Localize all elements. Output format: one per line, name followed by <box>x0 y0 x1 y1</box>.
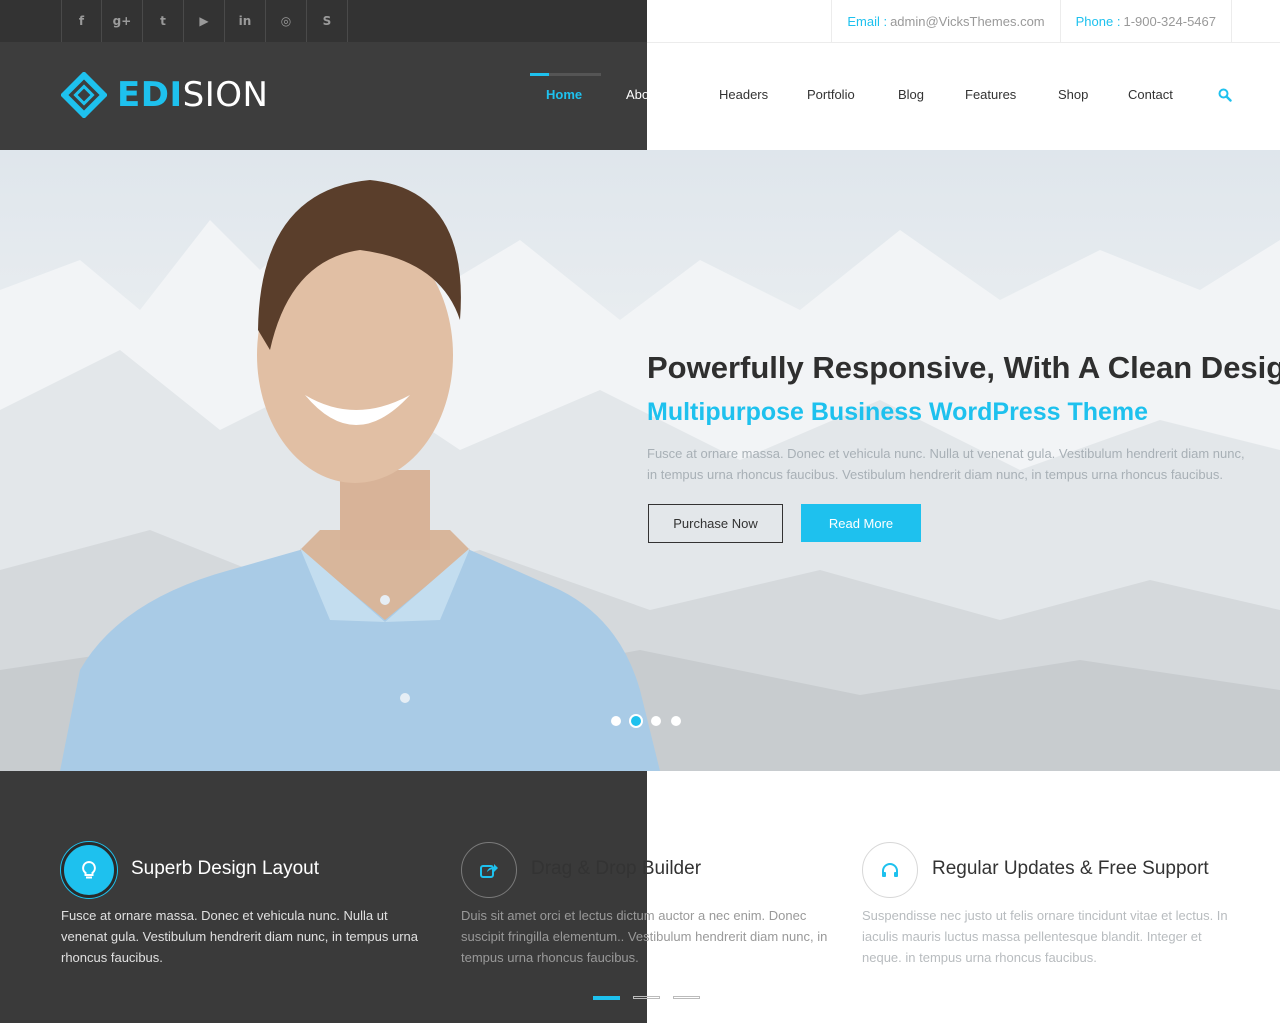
logo-text: EDISION <box>117 75 269 115</box>
nav-shop[interactable]: Shop <box>1058 87 1088 102</box>
slider-dot-4[interactable] <box>671 716 681 726</box>
logo-diamond-icon <box>59 70 109 120</box>
phone-value[interactable]: 1-900-324-5467 <box>1123 14 1216 29</box>
phone-label: Phone : <box>1075 13 1121 29</box>
contact-info: Email : admin@VicksThemes.com Phone : 1-… <box>831 0 1232 42</box>
social-links: f g+ t ▶ in ◎ S <box>61 0 348 42</box>
nav-portfolio[interactable]: Portfolio <box>807 87 855 102</box>
feature-text: Fusce at ornare massa. Donec et vehicula… <box>61 908 418 965</box>
youtube-icon[interactable]: ▶ <box>184 0 225 42</box>
google-plus-icon[interactable]: g+ <box>102 0 143 42</box>
slider-dot-3[interactable] <box>651 716 661 726</box>
feature-title: Regular Updates & Free Support <box>932 858 1209 879</box>
nav-about-us[interactable]: About us <box>626 87 677 102</box>
hero-slider: Powerfully Responsive, With A Clean Desi… <box>0 150 1280 771</box>
linkedin-icon[interactable]: in <box>225 0 266 42</box>
share-icon <box>461 842 517 898</box>
headphones-icon <box>862 842 918 898</box>
skype-icon[interactable]: S <box>307 0 348 42</box>
site-logo[interactable]: EDISION <box>59 70 269 120</box>
feature-title: Drag & Drop Builder <box>531 858 702 879</box>
nav-headers[interactable]: Headers <box>719 87 768 102</box>
nav-contact[interactable]: Contact <box>1128 87 1173 102</box>
dribbble-icon[interactable]: ◎ <box>266 0 307 42</box>
read-more-button[interactable]: Read More <box>801 504 921 542</box>
nav-active-indicator <box>530 73 601 76</box>
slider-dot-2[interactable] <box>631 716 641 726</box>
email-label: Email : <box>847 13 888 29</box>
nav-home[interactable]: Home <box>546 87 582 102</box>
features-pager <box>593 996 700 1000</box>
twitter-icon[interactable]: t <box>143 0 184 42</box>
facebook-icon[interactable]: f <box>61 0 102 42</box>
phone-contact[interactable]: Phone : 1-900-324-5467 <box>1059 0 1232 42</box>
purchase-now-button[interactable]: Purchase Now <box>648 504 783 543</box>
features-pager-3[interactable] <box>673 996 700 999</box>
feature-text: Suspendisse nec justo ut felis ornare ti… <box>862 908 1228 965</box>
slider-dot-1[interactable] <box>611 716 621 726</box>
lightbulb-icon <box>61 842 117 898</box>
email-contact[interactable]: Email : admin@VicksThemes.com <box>831 0 1059 42</box>
hero-description: Fusce at ornare massa. Donec et vehicula… <box>647 446 1245 482</box>
features-dark-panel <box>0 771 647 1023</box>
features-pager-1[interactable] <box>593 996 620 1000</box>
features-pager-2[interactable] <box>633 996 660 999</box>
feature-title: Superb Design Layout <box>131 858 320 879</box>
email-value[interactable]: admin@VicksThemes.com <box>890 14 1045 29</box>
search-icon[interactable] <box>1218 88 1232 102</box>
nav-features[interactable]: Features <box>965 87 1016 102</box>
nav-blog[interactable]: Blog <box>898 87 924 102</box>
hero-subtitle: Multipurpose Business WordPress Theme <box>647 398 1149 426</box>
slider-dots <box>611 716 681 726</box>
hero-title: Powerfully Responsive, With A Clean Desi… <box>647 350 1280 385</box>
feature-text: Duis sit amet orci et lectus dictum auct… <box>461 908 828 965</box>
top-bar: f g+ t ▶ in ◎ S Email : admin@VicksTheme… <box>0 0 1280 43</box>
